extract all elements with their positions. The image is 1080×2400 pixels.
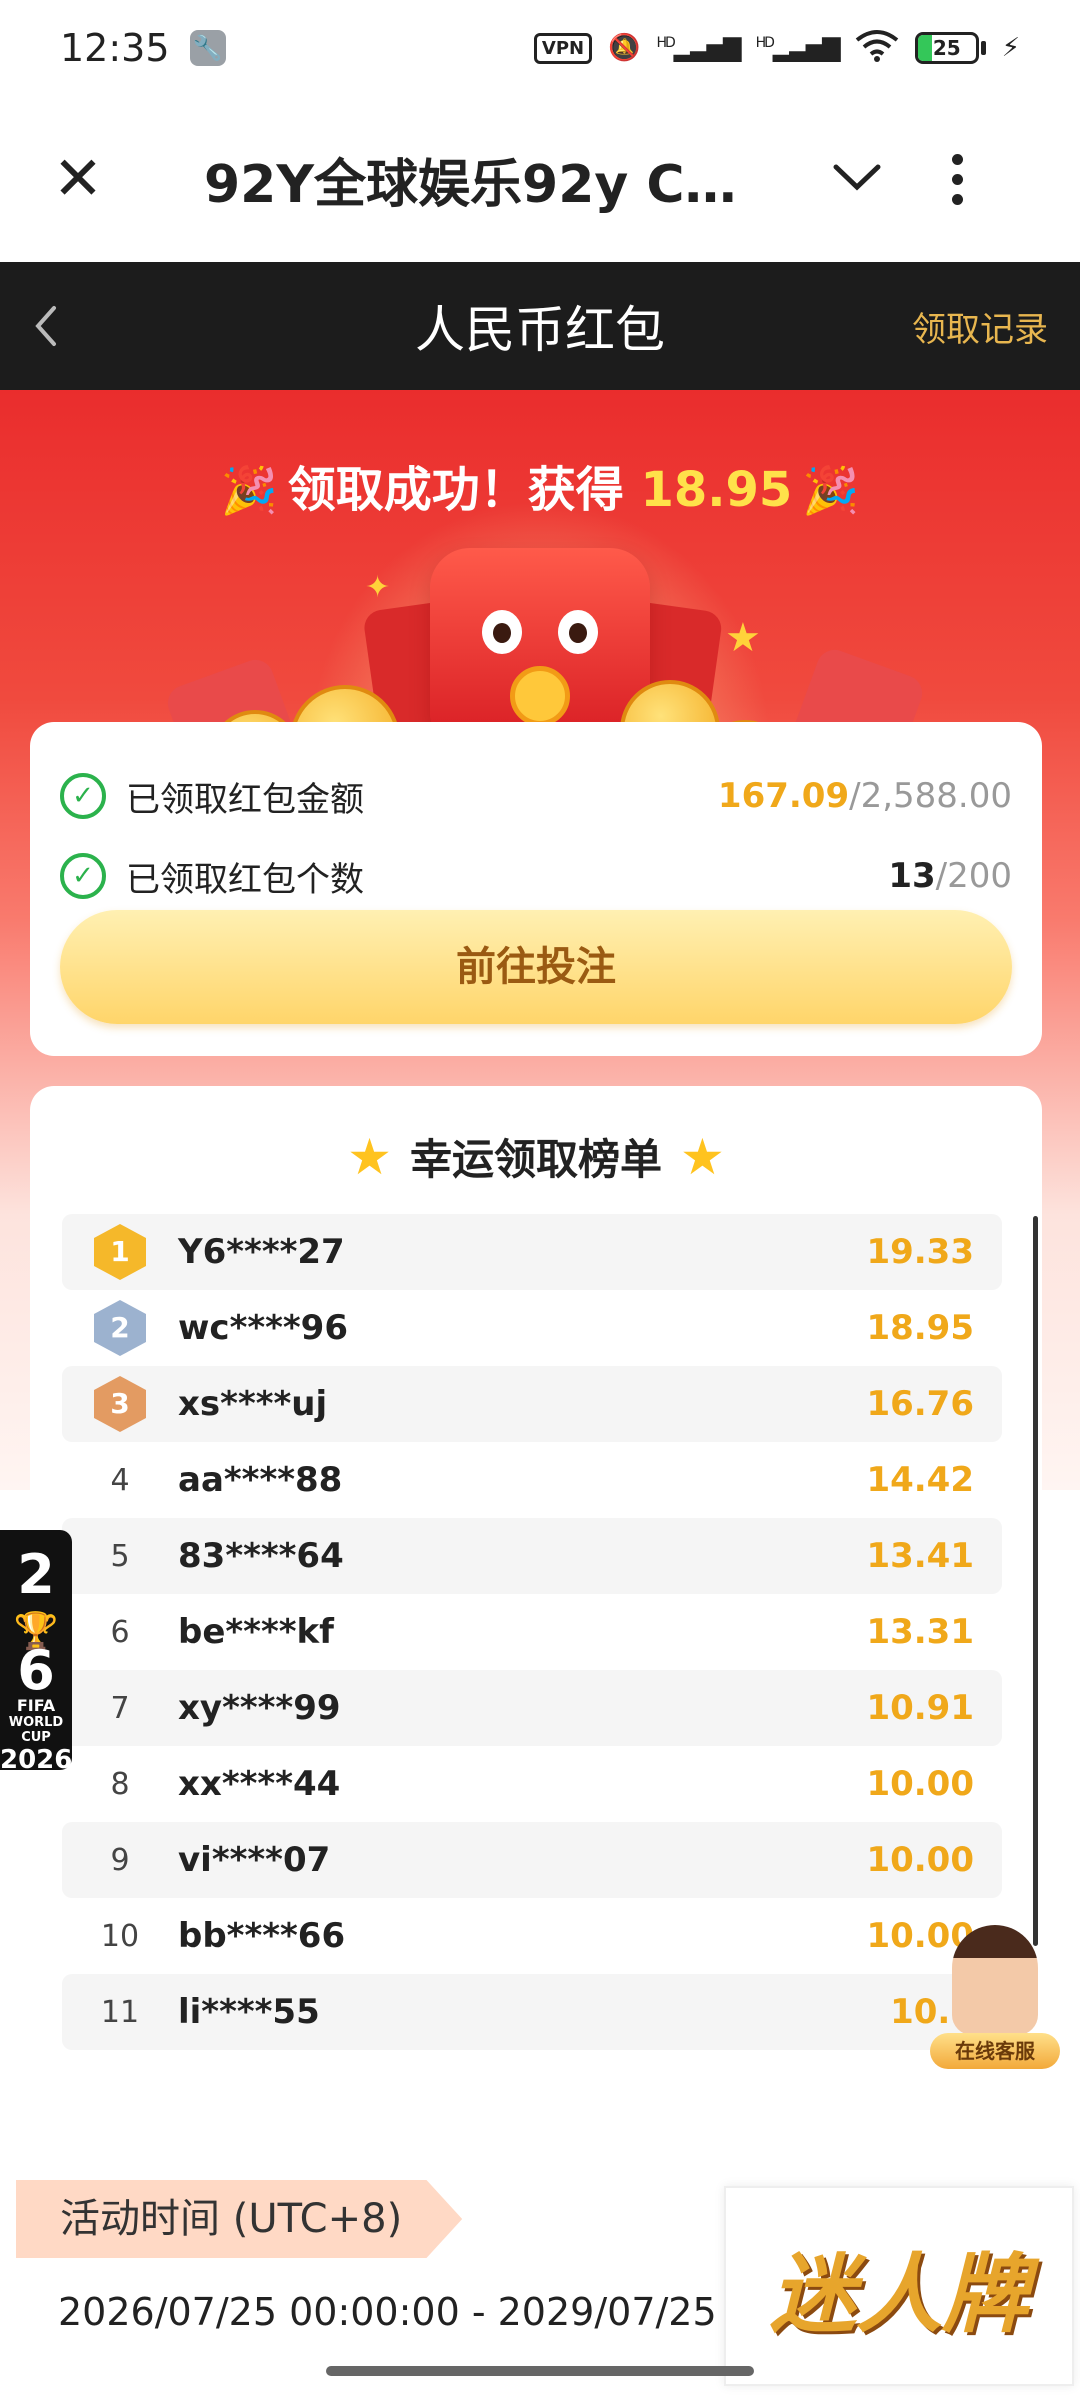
leaderboard-title: ★ 幸运领取榜单 ★ [347, 1128, 725, 1186]
star-icon: ★ [680, 1128, 725, 1186]
leaderboard-row: 4 aa****88 14.42 [62, 1442, 1002, 1518]
leaderboard-row: 9 vi****07 10.00 [62, 1822, 1002, 1898]
stat-amount-row: ✓ 已领取红包金额 167.09/2,588.00 [60, 766, 1012, 826]
charging-icon: ⚡ [1001, 33, 1020, 63]
wifi-icon [855, 28, 899, 69]
leaderboard-row: 2 wc****96 18.95 [62, 1290, 1002, 1366]
user-name: 83****64 [178, 1536, 344, 1576]
user-amount: 19.33 [866, 1232, 974, 1272]
rank-number: 9 [110, 1842, 130, 1878]
rank-number: 5 [110, 1538, 130, 1574]
service-label: 在线客服 [930, 2033, 1060, 2069]
chevron-down-icon[interactable] [822, 162, 892, 196]
online-service-button[interactable]: 在线客服 [930, 1925, 1060, 2075]
service-avatar [952, 1925, 1038, 2035]
browser-toolbar: ✕ 92Y全球娱乐92y Ca... [0, 96, 1080, 262]
stat-count-value: 13/200 [888, 856, 1012, 896]
user-name: vi****07 [178, 1840, 331, 1880]
envelope-mascot [430, 548, 650, 738]
signal-icon: HD▂▃▅▇ [656, 34, 741, 62]
user-amount: 18.95 [866, 1308, 974, 1348]
user-amount: 10.91 [866, 1688, 974, 1728]
stat-count-row: ✓ 已领取红包个数 13/200 [60, 846, 1012, 906]
status-time: 12:35 [60, 26, 170, 70]
fifa-worldcup-badge[interactable]: 2 🏆 6 FIFA WORLD CUP 2026 [0, 1530, 72, 1775]
user-name: wc****96 [178, 1308, 348, 1348]
leaderboard-row: 11 li****55 10.0 [62, 1974, 1002, 2050]
user-amount: 13.41 [866, 1536, 974, 1576]
close-icon[interactable]: ✕ [38, 149, 118, 209]
rank-number: 7 [110, 1690, 130, 1726]
leaderboard-row: 8 xx****44 10.00 [62, 1746, 1002, 1822]
user-name: Y6****27 [178, 1232, 345, 1272]
stat-amount-value: 167.09/2,588.00 [717, 776, 1012, 816]
rank-medal-icon: 1 [94, 1224, 146, 1280]
activity-time-tag: 活动时间 (UTC+8) [16, 2180, 463, 2258]
rank-medal-icon: 3 [94, 1376, 146, 1432]
leaderboard-row: 6 be****kf 13.31 [62, 1594, 1002, 1670]
leaderboard-row: 3 xs****uj 16.76 [62, 1366, 1002, 1442]
star-decoration: ✦ [365, 570, 391, 605]
star-decoration: ★ [725, 615, 761, 661]
rank-number: 10 [100, 1918, 140, 1954]
home-indicator[interactable] [326, 2366, 754, 2376]
rank-medal-icon: 2 [94, 1300, 146, 1356]
scrollbar[interactable] [1033, 1216, 1038, 1946]
signal-icon-2: HD▂▃▅▇ [755, 34, 841, 62]
leaderboard-row: 5 83****64 13.41 [62, 1518, 1002, 1594]
user-amount: 10.00 [866, 1764, 974, 1804]
rank-number: 8 [110, 1766, 130, 1802]
status-icons: VPN 🔕 HD▂▃▅▇ HD▂▃▅▇ 25 ⚡ [533, 28, 1020, 69]
wrench-icon: 🔧 [189, 30, 226, 66]
battery-icon: 25 [914, 32, 986, 64]
mute-icon: 🔕 [608, 33, 641, 63]
rank-number: 4 [110, 1462, 130, 1498]
brand-logo: 迷人牌 [724, 2186, 1074, 2386]
records-link[interactable]: 领取记录 [912, 302, 1048, 351]
user-name: be****kf [178, 1612, 334, 1652]
user-name: xs****uj [178, 1384, 328, 1424]
activity-time-range: 2026/07/25 00:00:00 - 2029/07/25 [58, 2290, 717, 2334]
leaderboard-row: 1 Y6****27 19.33 [62, 1214, 1002, 1290]
user-amount: 13.31 [866, 1612, 974, 1652]
leaderboard-card: ★ 幸运领取榜单 ★ 1 Y6****27 19.33 2 wc****96 18.95 3 xs… [30, 1086, 1042, 2121]
vpn-icon: VPN [533, 32, 593, 64]
check-icon: ✓ [60, 853, 106, 899]
leaderboard-row: 7 xy****99 10.91 [62, 1670, 1002, 1746]
check-icon: ✓ [60, 773, 106, 819]
more-menu-icon[interactable] [942, 153, 972, 205]
user-name: xy****99 [178, 1688, 341, 1728]
rank-medal: 3 [80, 1376, 160, 1432]
status-bar: 12:35 🔧 VPN 🔕 HD▂▃▅▇ HD▂▃▅▇ 25 ⚡ [0, 0, 1080, 96]
leaderboard-list[interactable]: 1 Y6****27 19.33 2 wc****96 18.95 3 xs****uj 16.… [62, 1214, 1002, 2050]
rank-medal: 2 [80, 1300, 160, 1356]
go-bet-button[interactable]: 前往投注 [60, 910, 1012, 1024]
user-amount: 16.76 [866, 1384, 974, 1424]
rank-number: 6 [110, 1614, 130, 1650]
party-popper-icon: 🎉 [802, 463, 860, 517]
user-name: xx****44 [178, 1764, 341, 1804]
browser-title: 92Y全球娱乐92y Ca... [204, 154, 764, 215]
user-amount: 14.42 [866, 1460, 974, 1500]
leaderboard-row: 10 bb****66 10.00 [62, 1898, 1002, 1974]
stats-card: ✓ 已领取红包金额 167.09/2,588.00 ✓ 已领取红包个数 13/2… [30, 722, 1042, 1056]
user-name: bb****66 [178, 1916, 346, 1956]
user-amount: 10.00 [866, 1840, 974, 1880]
star-icon: ★ [347, 1128, 392, 1186]
user-name: li****55 [178, 1992, 320, 2032]
app-header: 人民币红包 领取记录 [0, 262, 1080, 390]
rank-number: 11 [100, 1994, 140, 2030]
rank-medal: 1 [80, 1224, 160, 1280]
party-popper-icon: 🎉 [220, 463, 278, 517]
user-name: aa****88 [178, 1460, 343, 1500]
